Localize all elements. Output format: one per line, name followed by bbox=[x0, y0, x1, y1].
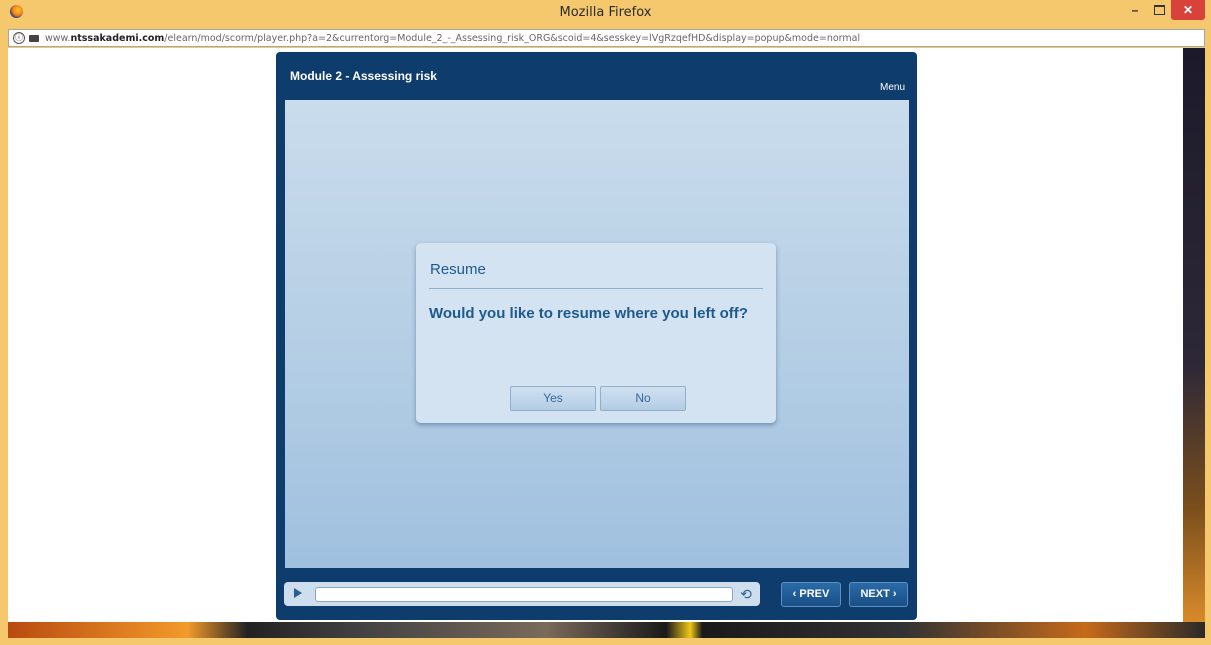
resume-dialog: Resume Would you like to resume where yo… bbox=[416, 243, 776, 423]
progress-bar: ⟲ bbox=[284, 582, 760, 606]
minimize-button[interactable]: – bbox=[1123, 0, 1147, 20]
desktop-background-bottom bbox=[8, 622, 1205, 638]
url-host: ntssakademi.com bbox=[70, 32, 165, 44]
desktop-background-right bbox=[1183, 48, 1205, 622]
menu-button[interactable]: Menu bbox=[880, 82, 905, 93]
content-stage: Resume Would you like to resume where yo… bbox=[285, 100, 909, 568]
next-button[interactable]: NEXT › bbox=[849, 582, 908, 607]
dialog-question: Would you like to resume where you left … bbox=[429, 305, 748, 322]
prev-button[interactable]: ‹ PREV bbox=[781, 582, 841, 607]
url-path: /elearn/mod/scorm/player.php?a=2&current… bbox=[164, 32, 861, 44]
player-controls: ⟲ ‹ PREV NEXT › bbox=[284, 580, 909, 612]
url-prefix: www. bbox=[45, 32, 71, 44]
close-button[interactable]: ✕ bbox=[1171, 0, 1205, 20]
window-titlebar: Mozilla Firefox – ✕ bbox=[0, 0, 1211, 24]
window-title: Mozilla Firefox bbox=[559, 5, 652, 20]
scorm-player: Module 2 - Assessing risk Menu Resume Wo… bbox=[276, 52, 917, 620]
yes-button[interactable]: Yes bbox=[510, 386, 596, 411]
maximize-button[interactable] bbox=[1147, 0, 1171, 20]
module-title: Module 2 - Assessing risk bbox=[290, 69, 437, 83]
dialog-heading: Resume bbox=[430, 261, 486, 278]
progress-track[interactable] bbox=[315, 587, 733, 602]
no-button[interactable]: No bbox=[600, 386, 686, 411]
page-icon bbox=[29, 34, 39, 42]
window-frame-bottom bbox=[0, 638, 1211, 645]
info-icon[interactable]: ⓘ bbox=[13, 32, 25, 44]
address-bar[interactable]: ⓘ www. ntssakademi.com/elearn/mod/scorm/p… bbox=[8, 29, 1205, 47]
replay-icon[interactable]: ⟲ bbox=[738, 586, 754, 602]
maximize-icon bbox=[1153, 5, 1165, 15]
play-icon[interactable] bbox=[294, 588, 302, 598]
dialog-divider bbox=[429, 288, 763, 289]
